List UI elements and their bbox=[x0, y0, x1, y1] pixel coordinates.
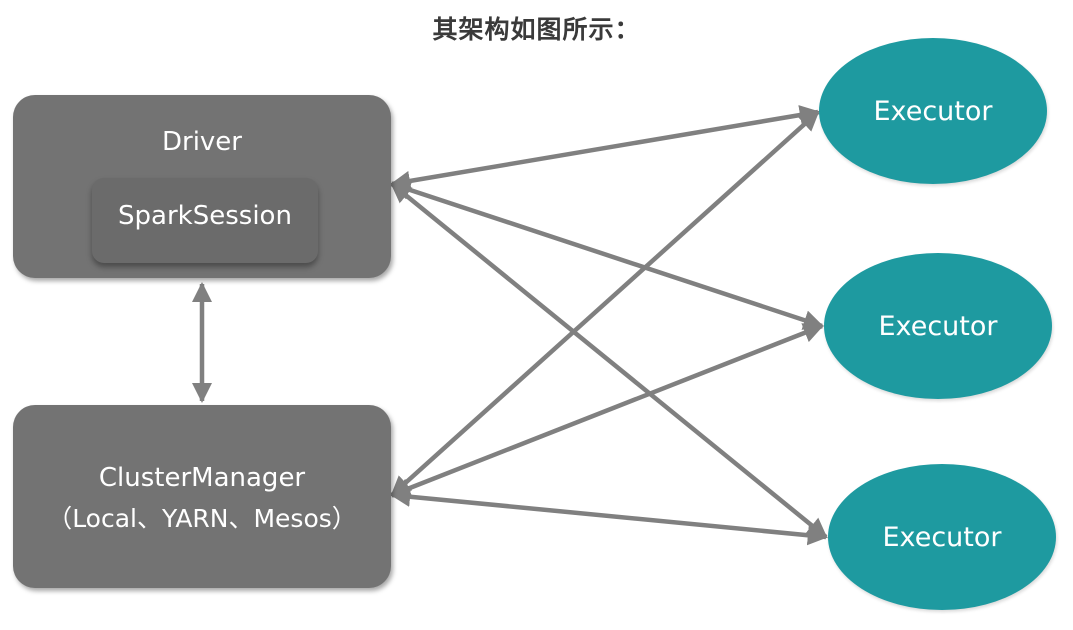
spark-session-label: SparkSession bbox=[118, 201, 292, 231]
driver-node: Driver SparkSession bbox=[13, 95, 391, 278]
cluster-manager-label: ClusterManager bbox=[98, 463, 306, 493]
arrow-driver-executor-1 bbox=[390, 105, 820, 191]
arrow-cluster-executor-3 bbox=[389, 486, 829, 546]
executor-node-2: Executor bbox=[824, 253, 1052, 399]
cluster-manager-node: ClusterManager （Local、YARN、Mesos） bbox=[13, 405, 391, 588]
driver-label: Driver bbox=[161, 127, 242, 157]
executor-node-3: Executor bbox=[828, 464, 1056, 610]
arrow-cluster-executor-2 bbox=[390, 323, 824, 498]
executor-node-1: Executor bbox=[819, 38, 1047, 184]
arrow-driver-executor-3 bbox=[390, 182, 828, 539]
cluster-manager-modes: （Local、YARN、Mesos） bbox=[47, 504, 357, 533]
spark-session-node: SparkSession bbox=[92, 178, 318, 263]
